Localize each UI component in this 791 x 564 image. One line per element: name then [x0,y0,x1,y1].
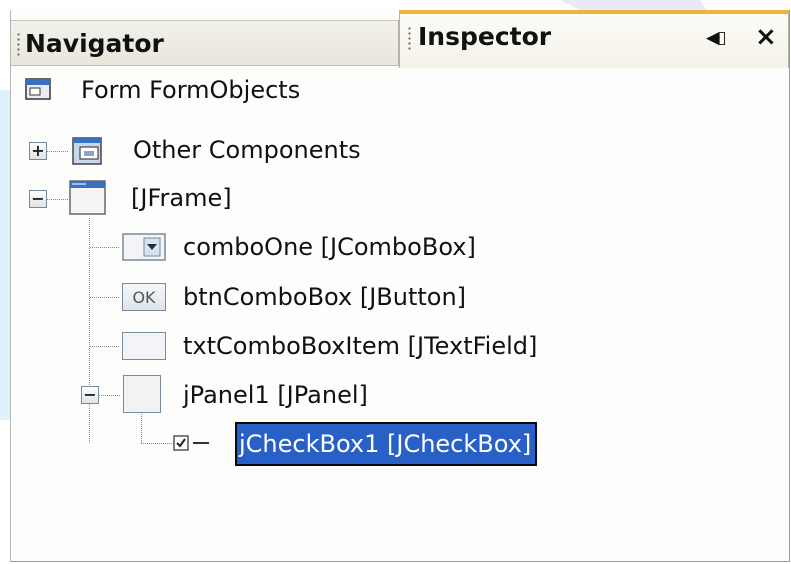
expand-toggle-icon[interactable]: + [29,142,47,160]
close-icon[interactable]: × [755,22,777,52]
checkbox-icon [173,435,209,451]
tab-inspector-label: Inspector [418,22,552,51]
form-icon [25,78,51,100]
tree-node-label: jPanel1 [JPanel] [183,381,368,409]
tree-node-jframe[interactable]: [JFrame] [131,180,232,216]
tree-node-txt-combo-box-item[interactable]: txtComboBoxItem [JTextField] [183,328,537,364]
tab-bar: Navigator Inspector ◀▯ × [11,10,789,68]
tree-node-label: comboOne [JComboBox] [183,233,476,261]
tree-node-label: Form FormObjects [81,76,301,104]
tree-connector [90,297,120,298]
tree-node-btn-combo-box[interactable]: btnComboBox [JButton] [183,279,466,315]
tree-node-label: Other Components [133,136,361,164]
tree-node-label: [JFrame] [131,184,232,212]
tree-connector [90,346,120,347]
tree-connector [141,414,142,444]
inspector-window: Navigator Inspector ◀▯ × Form FormObject… [10,10,790,562]
background-accent [0,90,10,420]
tree-node-form[interactable]: Form FormObjects [81,72,300,108]
tree-connector [99,395,121,396]
combobox-icon [122,233,166,261]
tree-node-label: txtComboBoxItem [JTextField] [183,332,538,360]
tree-node-jcheckbox1[interactable]: jCheckBox1 [JCheckBox] [235,418,538,470]
collapse-toggle-icon[interactable]: − [29,190,47,208]
tree-node-combo-one[interactable]: comboOne [JComboBox] [183,229,476,265]
restore-window-icon[interactable]: ◀▯ [706,28,726,48]
tree-connector [47,151,69,152]
textfield-icon [122,332,166,360]
tab-navigator[interactable]: Navigator [11,20,399,66]
frame-icon [69,180,106,215]
tab-inspector[interactable]: Inspector ◀▯ × [399,10,789,68]
panel-icon [123,375,161,413]
tree-node-label-selected: jCheckBox1 [JCheckBox] [235,422,538,466]
tab-navigator-label: Navigator [25,29,164,58]
components-icon [72,137,102,165]
tree-node-jpanel1[interactable]: jPanel1 [JPanel] [183,377,368,413]
tree-connector [90,247,120,248]
button-icon: OK [122,283,166,311]
tree-connector [47,199,69,200]
tree-node-other-components[interactable]: Other Components [133,132,361,168]
tab-grip-icon [408,26,411,50]
tree-connector [141,443,173,444]
tab-grip-icon [17,32,20,56]
component-tree: Form FormObjects + Other Components − [J… [11,68,789,558]
collapse-toggle-icon[interactable]: − [81,386,99,404]
tree-node-label: btnComboBox [JButton] [183,283,467,311]
tree-connector [89,218,90,443]
